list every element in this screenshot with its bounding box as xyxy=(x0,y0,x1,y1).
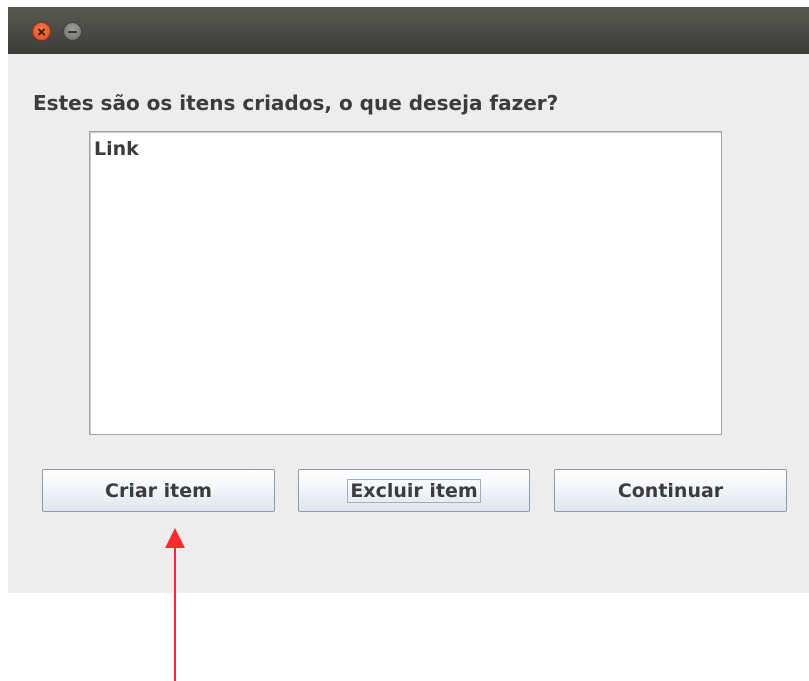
continue-label: Continuar xyxy=(617,479,724,502)
dialog-window: Estes são os itens criados, o que deseja… xyxy=(8,7,809,593)
dialog-prompt: Estes são os itens criados, o que deseja… xyxy=(33,91,559,115)
list-item[interactable]: Link xyxy=(94,138,139,160)
delete-item-button[interactable]: Excluir item xyxy=(298,469,530,512)
create-item-button[interactable]: Criar item xyxy=(42,469,275,512)
screenshot-stage: Estes são os itens criados, o que deseja… xyxy=(0,0,809,681)
minimize-icon[interactable] xyxy=(63,22,82,41)
window-titlebar[interactable] xyxy=(8,7,809,54)
delete-item-label: Excluir item xyxy=(347,478,481,503)
items-list[interactable]: Link xyxy=(89,131,722,435)
close-icon[interactable] xyxy=(32,22,51,41)
create-item-label: Criar item xyxy=(105,479,212,502)
continue-button[interactable]: Continuar xyxy=(554,469,787,512)
annotation-arrow xyxy=(165,528,185,681)
